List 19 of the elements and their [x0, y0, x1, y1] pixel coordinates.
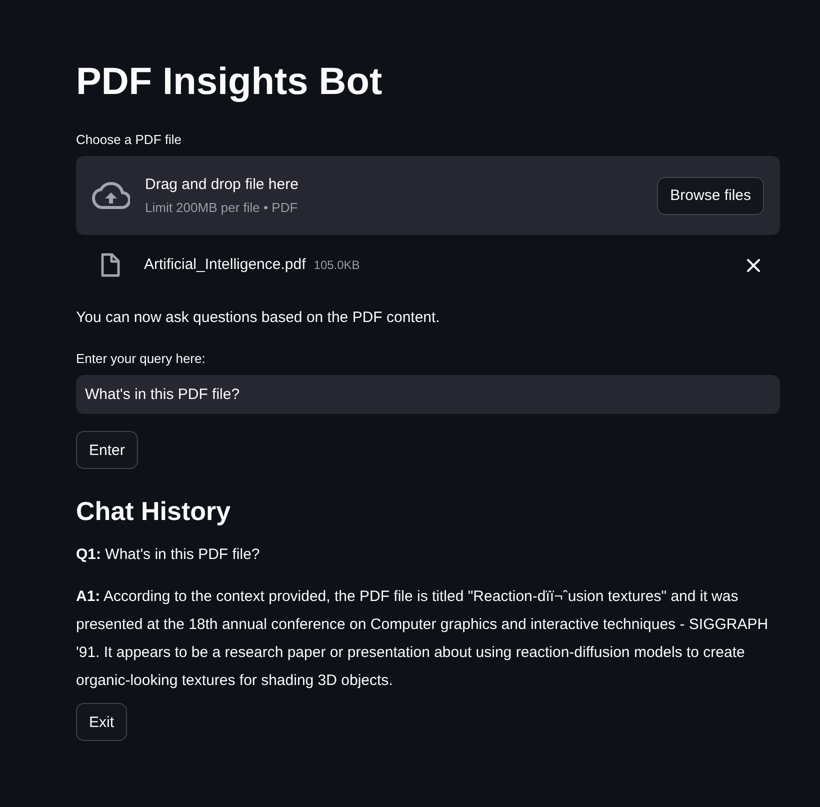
file-name: Artificial_Intelligence.pdf: [144, 255, 306, 275]
upload-label: Choose a PDF file: [76, 131, 182, 149]
cloud-upload-icon: [92, 182, 130, 210]
file-icon: [100, 253, 120, 277]
query-input[interactable]: What's in this PDF file?: [76, 375, 780, 414]
query-label: Enter your query here:: [76, 350, 206, 368]
exit-button[interactable]: Exit: [76, 703, 128, 741]
upload-limit-text: Limit 200MB per file • PDF: [145, 198, 298, 216]
chat-message: A1: According to the context provided, the PDF file is titled "Reaction-dïï¬ˆusion textures" and it was presented at the 18th annual conference on Computer graphics and interactive techniques - SIGGRAPH '91. It appears to be a research paper or presentation about using reaction-diffusion models to create organic-looking textures for shading 3D objects.: [76, 587, 770, 691]
status-message: You can now ask questions based on the PDF content.: [76, 308, 440, 328]
browse-files-button[interactable]: Browse files: [657, 176, 764, 214]
file-size: 105.0KB: [314, 257, 360, 273]
section-heading: Chat History: [76, 495, 231, 528]
enter-button[interactable]: Enter: [76, 431, 138, 469]
close-icon[interactable]: [747, 258, 760, 272]
chat-message: Q1: What's in this PDF file?: [76, 545, 260, 565]
upload-dropzone[interactable]: Drag and drop file here Limit 200MB per file • PDF Browse files: [76, 156, 780, 235]
page-title: PDF Insights Bot: [76, 60, 382, 105]
dropzone-instruction: Drag and drop file here: [145, 174, 298, 194]
